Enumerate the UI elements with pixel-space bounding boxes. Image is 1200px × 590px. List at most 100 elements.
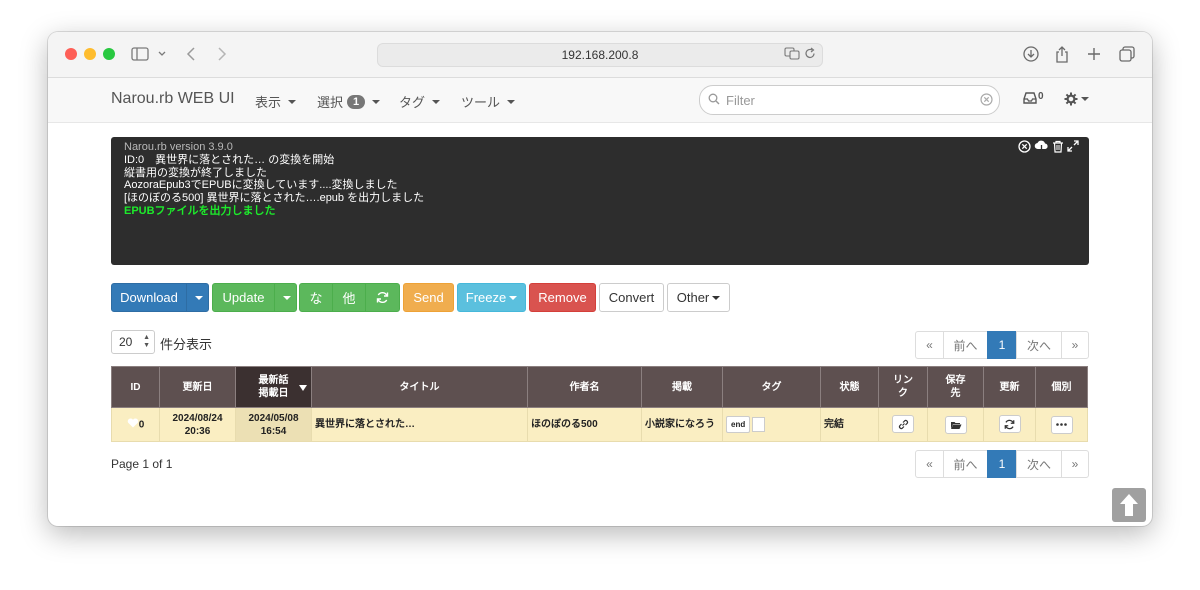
novel-table: ID 更新日 最新話 掲載日 タイトル 作者名 掲載 タグ 状態 リン ク 保存…: [111, 366, 1088, 442]
cloud-download-icon[interactable]: [1034, 140, 1049, 156]
trash-icon[interactable]: [1052, 140, 1064, 156]
download-icon[interactable]: [1023, 44, 1039, 64]
col-tag[interactable]: タグ: [722, 366, 821, 408]
console-log: Narou.rb version 3.9.0 ID:0 異世界に落とされた… の…: [111, 137, 1089, 265]
link-button[interactable]: [892, 415, 914, 434]
menu-tools[interactable]: ツール: [461, 92, 516, 111]
caret-icon: [1081, 97, 1089, 101]
notification-button[interactable]: 0: [1023, 91, 1044, 105]
refresh-icon: [1004, 419, 1015, 429]
forward-icon[interactable]: [217, 44, 227, 64]
reload-icon[interactable]: [804, 47, 816, 63]
filter-input[interactable]: [724, 90, 968, 110]
share-icon[interactable]: [1055, 44, 1069, 64]
refresh-icon: [376, 291, 389, 304]
page-next[interactable]: 次へ: [1016, 450, 1062, 478]
cell-author: ほのぼのる500: [527, 407, 642, 442]
open-folder-button[interactable]: [944, 415, 967, 434]
browser-toolbar: 192.168.200.8: [48, 32, 1152, 78]
console-line: [ほのぼのる500] 異世界に落とされた….epub を出力しました: [124, 192, 425, 205]
menu-view-label: 表示: [255, 95, 282, 110]
col-latest[interactable]: 最新話 掲載日: [235, 366, 312, 408]
convert-button[interactable]: Convert: [599, 283, 664, 312]
freeze-button[interactable]: Freeze: [457, 283, 526, 312]
tag-label[interactable]: end: [726, 416, 751, 433]
menu-select-label: 選択: [317, 95, 344, 110]
tag-add-box[interactable]: [752, 417, 766, 432]
menu-view[interactable]: 表示: [255, 92, 297, 111]
download-button[interactable]: Download: [111, 283, 187, 312]
chevron-down-icon[interactable]: [158, 44, 166, 64]
update-other-button[interactable]: 他: [332, 283, 366, 312]
update-dropdown-toggle[interactable]: [274, 283, 297, 312]
filter-box: [699, 85, 1000, 115]
clear-filter-icon[interactable]: [980, 93, 993, 109]
page-next[interactable]: 次へ: [1016, 331, 1062, 359]
page-last[interactable]: »: [1061, 331, 1089, 359]
update-na-button[interactable]: な: [299, 283, 333, 312]
col-updated[interactable]: 更新日: [159, 366, 236, 408]
cell-id: 0: [111, 407, 160, 442]
more-icon: [1056, 423, 1067, 426]
cell-each: [1035, 407, 1088, 442]
minimize-window-button[interactable]: [84, 48, 96, 60]
col-author[interactable]: 作者名: [527, 366, 642, 408]
console-line: AozoraEpub3でEPUBに変換しています....変換しました: [124, 179, 398, 192]
page-last[interactable]: »: [1061, 450, 1089, 478]
col-each: 個別: [1035, 366, 1088, 408]
col-save-line2: 先: [950, 388, 961, 399]
new-tab-icon[interactable]: [1087, 44, 1101, 64]
browser-window: 192.168.200.8 Narou.rb WEB UI 表示 選択 1 タグ…: [48, 32, 1152, 526]
per-page-select[interactable]: 20 ▲ ▼: [111, 330, 155, 354]
close-window-button[interactable]: [65, 48, 77, 60]
cell-tag: end: [722, 407, 821, 442]
address-bar[interactable]: 192.168.200.8: [377, 43, 823, 67]
remove-button[interactable]: Remove: [529, 283, 596, 312]
col-title[interactable]: タイトル: [311, 366, 528, 408]
page-first[interactable]: «: [915, 331, 944, 359]
cell-latest: 2024/05/08 16:54: [235, 407, 312, 442]
col-site[interactable]: 掲載: [641, 366, 723, 408]
other-button[interactable]: Other: [667, 283, 730, 312]
menu-tag[interactable]: タグ: [399, 92, 441, 111]
cell-status: 完結: [820, 407, 879, 442]
col-status[interactable]: 状態: [820, 366, 879, 408]
update-button[interactable]: Update: [212, 283, 275, 312]
menu-tag-label: タグ: [399, 95, 426, 110]
row-menu-button[interactable]: [1050, 415, 1073, 434]
folder-open-icon: [950, 421, 961, 429]
zoom-window-button[interactable]: [103, 48, 115, 60]
search-icon: [708, 93, 720, 108]
console-line: 縦書用の変換が終了しました: [124, 166, 267, 179]
per-page-value: 20: [119, 335, 133, 349]
tab-overview-icon[interactable]: [1119, 44, 1135, 64]
page-prev[interactable]: 前へ: [943, 331, 988, 359]
translate-icon[interactable]: [784, 47, 800, 63]
pagination-top: « 前へ 1 次へ »: [915, 331, 1089, 359]
back-icon[interactable]: [186, 44, 196, 64]
cell-latest-time: 16:54: [260, 425, 287, 437]
row-update-button[interactable]: [998, 415, 1021, 434]
settings-menu[interactable]: [1064, 92, 1089, 106]
app-brand[interactable]: Narou.rb WEB UI: [111, 90, 235, 108]
page-prev[interactable]: 前へ: [943, 450, 988, 478]
download-dropdown-toggle[interactable]: [186, 283, 209, 312]
cancel-icon[interactable]: [1018, 140, 1031, 156]
caret-icon: [509, 295, 518, 300]
col-id[interactable]: ID: [111, 366, 160, 408]
page-first[interactable]: «: [915, 450, 944, 478]
heart-icon: [127, 417, 139, 432]
per-page-label: 件分表示: [160, 337, 213, 352]
refresh-button[interactable]: [365, 283, 400, 312]
cell-id-value: 0: [138, 419, 145, 431]
scroll-to-top-button[interactable]: [1112, 488, 1146, 522]
page-current[interactable]: 1: [987, 331, 1017, 359]
freeze-button-label: Freeze: [465, 290, 507, 305]
page-current[interactable]: 1: [987, 450, 1017, 478]
fullscreen-icon[interactable]: [1067, 140, 1079, 156]
cell-updated-date: 2024/08/24: [172, 412, 223, 424]
send-button[interactable]: Send: [403, 283, 454, 312]
menu-select[interactable]: 選択 1: [317, 92, 381, 111]
sidebar-toggle-icon[interactable]: [131, 44, 149, 64]
table-row[interactable]: 0 2024/08/24 20:36 2024/05/08 16:54 異世界に…: [111, 407, 1088, 442]
